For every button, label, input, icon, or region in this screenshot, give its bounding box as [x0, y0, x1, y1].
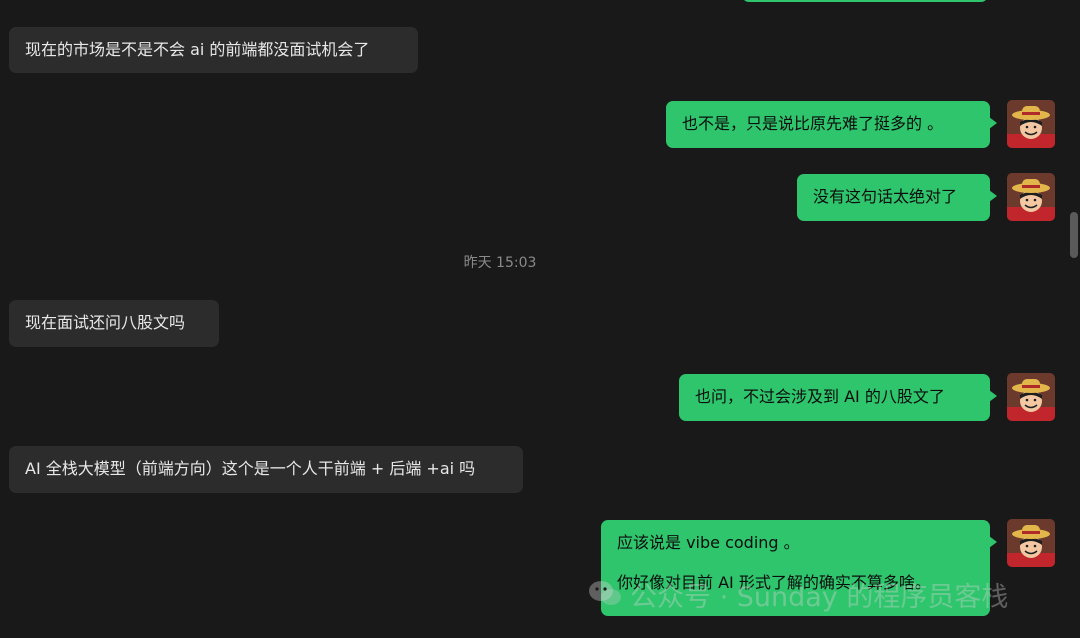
message-text-line: 应该说是 vibe coding 。	[617, 533, 800, 552]
message-text: 也不是，只是说比原先难了挺多的 。	[682, 114, 944, 133]
avatar[interactable]	[1007, 100, 1055, 148]
message-text: AI 全栈大模型（前端方向）这个是一个人干前端 + 后端 +ai 吗	[25, 459, 476, 478]
scrollbar-thumb[interactable]	[1070, 212, 1078, 258]
watermark-text: 公众号 · Sunday 的程序员客栈	[630, 581, 1009, 613]
message-bubble-outgoing[interactable]: 没有这句话太绝对了	[797, 174, 997, 221]
straw-hat-avatar-icon	[1007, 519, 1055, 567]
message-bubble-incoming[interactable]: 现在面试还问八股文吗	[9, 300, 219, 347]
message-text: 也问，不过会涉及到 AI 的八股文了	[695, 387, 945, 406]
message-bubble-incoming[interactable]: AI 全栈大模型（前端方向）这个是一个人干前端 + 后端 +ai 吗	[9, 446, 523, 493]
message-timestamp: 昨天 15:03	[463, 255, 537, 271]
watermark: 公众号 · Sunday 的程序员客栈	[588, 574, 1008, 614]
message-bubble-outgoing[interactable]: 也不是，只是说比原先难了挺多的 。	[666, 101, 997, 148]
chat-window: 现在的市场是不是不会 ai 的前端都没面试机会了 也不是，只是说比原先难了挺多的…	[0, 0, 1080, 638]
straw-hat-avatar-icon	[1007, 373, 1055, 421]
avatar[interactable]	[1007, 373, 1055, 421]
straw-hat-avatar-icon	[1007, 173, 1055, 221]
message-bubble-outgoing-cutoff[interactable]	[742, 0, 988, 2]
wechat-icon	[588, 580, 622, 608]
message-text: 现在的市场是不是不会 ai 的前端都没面试机会了	[25, 40, 370, 59]
message-text: 现在面试还问八股文吗	[25, 313, 186, 332]
message-bubble-incoming[interactable]: 现在的市场是不是不会 ai 的前端都没面试机会了	[9, 27, 418, 73]
message-bubble-outgoing[interactable]: 也问，不过会涉及到 AI 的八股文了	[679, 374, 997, 421]
avatar[interactable]	[1007, 173, 1055, 221]
straw-hat-avatar-icon	[1007, 100, 1055, 148]
message-text: 没有这句话太绝对了	[813, 187, 958, 206]
avatar[interactable]	[1007, 519, 1055, 567]
